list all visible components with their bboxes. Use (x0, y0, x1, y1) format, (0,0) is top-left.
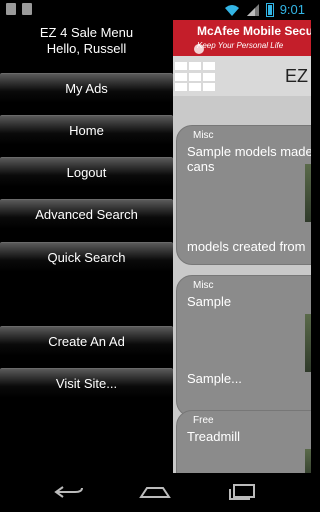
grid-menu-icon[interactable] (175, 62, 215, 92)
navigation-drawer: EZ 4 Sale Menu Hello, Russell My Ads Hom… (0, 20, 173, 473)
listing-card[interactable]: Free Treadmill (176, 410, 311, 473)
menu-item-create-ad[interactable]: Create An Ad (0, 326, 173, 356)
menu-item-home[interactable]: Home (0, 115, 173, 145)
notification-icon (22, 3, 32, 15)
notification-icon (6, 3, 16, 15)
drawer-title: EZ 4 Sale Menu (39, 25, 134, 40)
ad-banner-title: McAfee Mobile Secu (197, 24, 311, 38)
listing-thumbnail (305, 314, 311, 372)
recent-apps-icon[interactable] (222, 481, 262, 503)
listing-title: Treadmill (187, 429, 240, 444)
menu-item-my-ads[interactable]: My Ads (0, 73, 173, 103)
app-toolbar: EZ (173, 56, 311, 96)
ad-info-icon[interactable] (194, 44, 204, 54)
ad-banner-subtitle: Keep Your Personal Life (197, 41, 284, 50)
signal-icon (246, 3, 259, 16)
listing-thumbnail (305, 164, 311, 222)
listing-category: Misc (193, 130, 214, 141)
wifi-icon (224, 4, 239, 16)
listing-category: Free (193, 415, 214, 426)
listing-snippet: Sample... (187, 371, 242, 386)
listing-card[interactable]: Misc Sample models made cans models crea… (176, 125, 311, 265)
status-bar: 9:01 (0, 0, 311, 20)
back-icon[interactable] (49, 481, 89, 503)
ad-banner-edge (173, 20, 191, 56)
status-indicators: 9:01 (224, 2, 305, 17)
listing-card[interactable]: Misc Sample Sample... (176, 275, 311, 417)
drawer-header: EZ 4 Sale Menu Hello, Russell (0, 20, 173, 64)
drawer-greeting: Hello, Russell (46, 41, 127, 56)
status-notifications (6, 3, 32, 15)
status-clock: 9:01 (279, 2, 305, 17)
listing-title: Sample (187, 294, 232, 309)
app-title: EZ (285, 66, 309, 86)
menu-item-quick-search[interactable]: Quick Search (0, 242, 173, 272)
main-content: McAfee Mobile Secu Keep Your Personal Li… (173, 20, 311, 473)
menu-item-visit-site[interactable]: Visit Site... (0, 368, 173, 398)
listing-snippet: models created from (187, 239, 306, 254)
listing-category: Misc (193, 280, 214, 291)
home-icon[interactable] (135, 481, 175, 503)
battery-icon (265, 2, 274, 17)
listing-title: Sample models made cans (187, 144, 311, 174)
listing-thumbnail (305, 449, 311, 473)
menu-item-advanced-search[interactable]: Advanced Search (0, 199, 173, 229)
system-nav-bar (0, 473, 311, 512)
menu-item-logout[interactable]: Logout (0, 157, 173, 187)
ad-banner[interactable]: McAfee Mobile Secu Keep Your Personal Li… (191, 20, 311, 56)
